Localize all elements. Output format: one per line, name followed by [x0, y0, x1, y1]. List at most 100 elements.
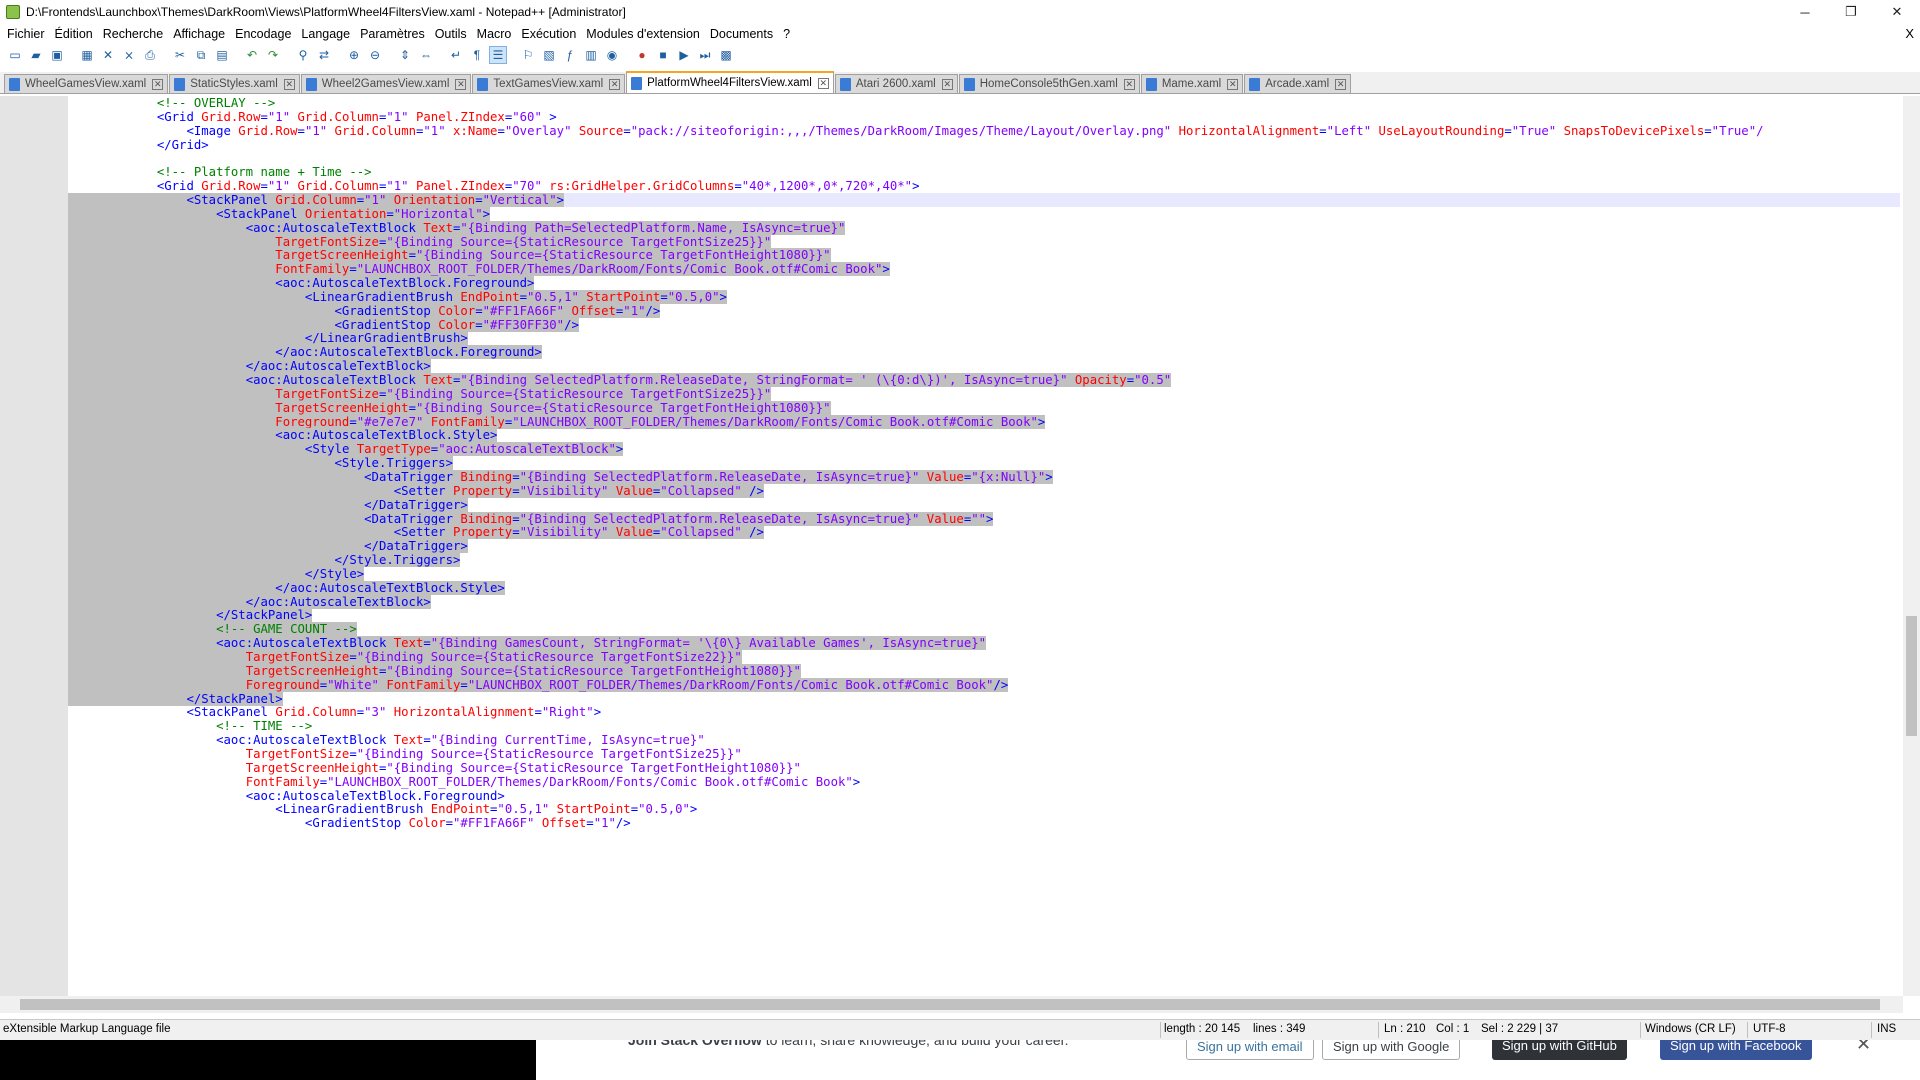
code-line[interactable]: 229− <Style.Triggers> — [68, 456, 1900, 470]
menu-recherche[interactable]: Recherche — [100, 27, 170, 41]
code-line[interactable]: 246 </StackPanel> — [68, 692, 1900, 706]
tab-platformwheel4filtersview-xaml[interactable]: PlatformWheel4FiltersView.xaml ✕ — [626, 71, 834, 93]
tab-close-icon[interactable]: ✕ — [455, 78, 467, 90]
code-line[interactable]: 237 </Style> — [68, 567, 1900, 581]
wrap-icon[interactable]: ↵ — [447, 46, 465, 64]
code-line[interactable]: 222 </aoc:AutoscaleTextBlock> — [68, 359, 1900, 373]
tab-close-icon[interactable]: ✕ — [152, 78, 164, 90]
code-line[interactable]: 236 </Style.Triggers> — [68, 553, 1900, 567]
run-macro-icon[interactable]: ⏭ — [696, 46, 714, 64]
code-line[interactable]: 219 <GradientStop Color="#FF30FF30"/> — [68, 318, 1900, 332]
monitor-icon[interactable]: ◉ — [603, 46, 621, 64]
save-icon[interactable]: ▣ — [48, 46, 66, 64]
code-line[interactable]: 216− <aoc:AutoscaleTextBlock.Foreground> — [68, 276, 1900, 290]
code-line[interactable]: 208 <!-- Platform name + Time --> — [68, 165, 1900, 179]
tab-textgamesview-xaml[interactable]: TextGamesView.xaml ✕ — [472, 74, 626, 93]
print-icon[interactable]: ⎙ — [141, 46, 159, 64]
code-line[interactable]: 213 TargetFontSize="{Binding Source={Sta… — [68, 235, 1900, 249]
code-line[interactable]: 224 TargetFontSize="{Binding Source={Sta… — [68, 387, 1900, 401]
undo-icon[interactable]: ↶ — [243, 46, 261, 64]
tab-arcade-xaml[interactable]: Arcade.xaml ✕ — [1244, 74, 1352, 93]
code-line[interactable]: 204− <Grid Grid.Row="1" Grid.Column="1" … — [68, 110, 1900, 124]
signup-email-button[interactable]: Sign up with email — [1186, 1040, 1314, 1060]
code-line[interactable]: 242 <aoc:AutoscaleTextBlock Text="{Bindi… — [68, 636, 1900, 650]
cut-icon[interactable]: ✂ — [171, 46, 189, 64]
code-line[interactable]: 244 TargetScreenHeight="{Binding Source=… — [68, 664, 1900, 678]
status-eol[interactable]: Windows (CR LF) — [1645, 1023, 1736, 1035]
code-line[interactable]: 203 <!-- OVERLAY --> — [68, 96, 1900, 110]
code-line[interactable]: 209− <Grid Grid.Row="1" Grid.Column="1" … — [68, 179, 1900, 193]
code-line[interactable]: 210− <StackPanel Grid.Column="1" Orienta… — [68, 193, 1900, 207]
restore-button[interactable]: ❐ — [1828, 0, 1874, 24]
sync-h-icon[interactable]: ⇔ — [417, 46, 435, 64]
code-line[interactable]: 238 </aoc:AutoscaleTextBlock.Style> — [68, 581, 1900, 595]
code-line[interactable]: 227− <aoc:AutoscaleTextBlock.Style> — [68, 428, 1900, 442]
find-icon[interactable]: ⚲ — [294, 46, 312, 64]
paste-icon[interactable]: ▤ — [213, 46, 231, 64]
close-icon[interactable]: ✕ — [99, 46, 117, 64]
menu-encodage[interactable]: Encodage — [232, 27, 298, 41]
menu-help[interactable]: ? — [780, 27, 797, 41]
code-line[interactable]: 250 TargetFontSize="{Binding Source={Sta… — [68, 747, 1900, 761]
indent-guide-icon[interactable]: ☰ — [489, 46, 507, 64]
code-line[interactable]: 218 <GradientStop Color="#FF1FA66F" Offs… — [68, 304, 1900, 318]
open-icon[interactable]: ▰ — [27, 46, 45, 64]
close-all-icon[interactable]: ⨯ — [120, 46, 138, 64]
code-line[interactable]: 232 </DataTrigger> — [68, 498, 1900, 512]
code-line[interactable]: 247− <StackPanel Grid.Column="3" Horizon… — [68, 705, 1900, 719]
code-line[interactable]: 249 <aoc:AutoscaleTextBlock Text="{Bindi… — [68, 733, 1900, 747]
code-area[interactable]: 203 <!-- OVERLAY -->204− <Grid Grid.Row=… — [68, 96, 1900, 996]
redo-icon[interactable]: ↷ — [264, 46, 282, 64]
signup-google-button[interactable]: Sign up with Google — [1322, 1040, 1461, 1060]
code-line[interactable]: 235 </DataTrigger> — [68, 539, 1900, 553]
code-line[interactable]: 245 Foreground="White" FontFamily="LAUNC… — [68, 678, 1900, 692]
code-editor[interactable]: 203 <!-- OVERLAY -->204− <Grid Grid.Row=… — [0, 96, 1920, 996]
banner-close-icon[interactable]: ✕ — [1856, 1040, 1871, 1055]
code-line[interactable]: 253− <aoc:AutoscaleTextBlock.Foreground> — [68, 789, 1900, 803]
play-macro-icon[interactable]: ▶ — [675, 46, 693, 64]
code-line[interactable]: 225 TargetScreenHeight="{Binding Source=… — [68, 401, 1900, 415]
menu-langage[interactable]: Langage — [298, 27, 357, 41]
doc-map-icon[interactable]: ▧ — [540, 46, 558, 64]
code-line[interactable]: 206 </Grid> — [68, 138, 1900, 152]
menu-macro[interactable]: Macro — [474, 27, 519, 41]
code-line[interactable]: 226− Foreground="#e7e7e7" FontFamily="LA… — [68, 415, 1900, 429]
save-macro-icon[interactable]: ▩ — [717, 46, 735, 64]
menu-modules-d-extension[interactable]: Modules d'extension — [583, 27, 707, 41]
code-line[interactable]: 254− <LinearGradientBrush EndPoint="0.5,… — [68, 802, 1900, 816]
code-line[interactable]: 239 </aoc:AutoscaleTextBlock> — [68, 595, 1900, 609]
copy-icon[interactable]: ⧉ — [192, 46, 210, 64]
tab-close-icon[interactable]: ✕ — [1335, 78, 1347, 90]
minimize-button[interactable]: ─ — [1782, 0, 1828, 24]
vertical-scroll-thumb[interactable] — [1906, 616, 1917, 736]
save-all-icon[interactable]: ▦ — [78, 46, 96, 64]
menu-outils[interactable]: Outils — [432, 27, 474, 41]
tab-mame-xaml[interactable]: Mame.xaml ✕ — [1140, 74, 1244, 93]
code-line[interactable]: 234 <Setter Property="Visibility" Value=… — [68, 525, 1900, 539]
zoom-in-icon[interactable]: ⊕ — [345, 46, 363, 64]
folder-workspace-icon[interactable]: ▥ — [582, 46, 600, 64]
code-line[interactable]: 223 <aoc:AutoscaleTextBlock Text="{Bindi… — [68, 373, 1900, 387]
menu-dition[interactable]: Édition — [52, 27, 100, 41]
code-line[interactable]: 215− FontFamily="LAUNCHBOX_ROOT_FOLDER/T… — [68, 262, 1900, 276]
close-window-button[interactable]: ✕ — [1874, 0, 1920, 24]
tab-close-icon[interactable]: ✕ — [1227, 78, 1239, 90]
menu-ex-cution[interactable]: Exécution — [518, 27, 583, 41]
sync-v-icon[interactable]: ⇕ — [396, 46, 414, 64]
code-line[interactable]: 214 TargetScreenHeight="{Binding Source=… — [68, 248, 1900, 262]
tab-close-icon[interactable]: ✕ — [609, 78, 621, 90]
code-line[interactable]: 252− FontFamily="LAUNCHBOX_ROOT_FOLDER/T… — [68, 775, 1900, 789]
tab-wheelgamesview-xaml[interactable]: WheelGamesView.xaml ✕ — [4, 74, 169, 93]
code-line[interactable]: 251 TargetScreenHeight="{Binding Source=… — [68, 761, 1900, 775]
menu-affichage[interactable]: Affichage — [170, 27, 232, 41]
code-line[interactable]: 243 TargetFontSize="{Binding Source={Sta… — [68, 650, 1900, 664]
menu-documents[interactable]: Documents — [707, 27, 780, 41]
record-macro-icon[interactable]: ● — [633, 46, 651, 64]
zoom-out-icon[interactable]: ⊖ — [366, 46, 384, 64]
code-line[interactable]: 255 <GradientStop Color="#FF1FA66F" Offs… — [68, 816, 1900, 830]
code-line[interactable]: 230− <DataTrigger Binding="{Binding Sele… — [68, 470, 1900, 484]
close-document-icon[interactable]: X — [1905, 26, 1914, 41]
tab-wheel2gamesview-xaml[interactable]: Wheel2GamesView.xaml ✕ — [300, 74, 472, 93]
tab-homeconsole5thgen-xaml[interactable]: HomeConsole5thGen.xaml ✕ — [958, 74, 1140, 93]
new-icon[interactable]: ▭ — [6, 46, 24, 64]
